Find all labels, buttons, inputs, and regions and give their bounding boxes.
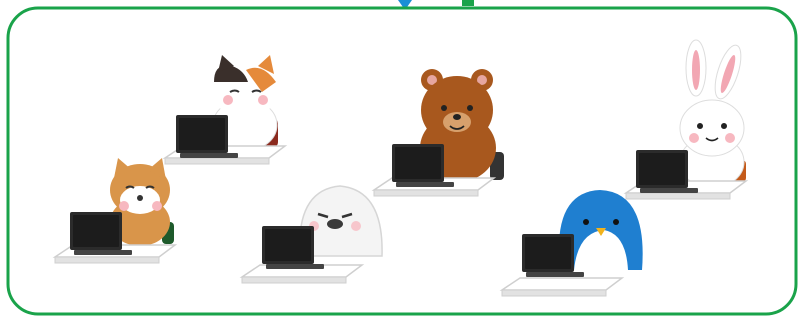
remote-work-illustration — [6, 0, 798, 316]
